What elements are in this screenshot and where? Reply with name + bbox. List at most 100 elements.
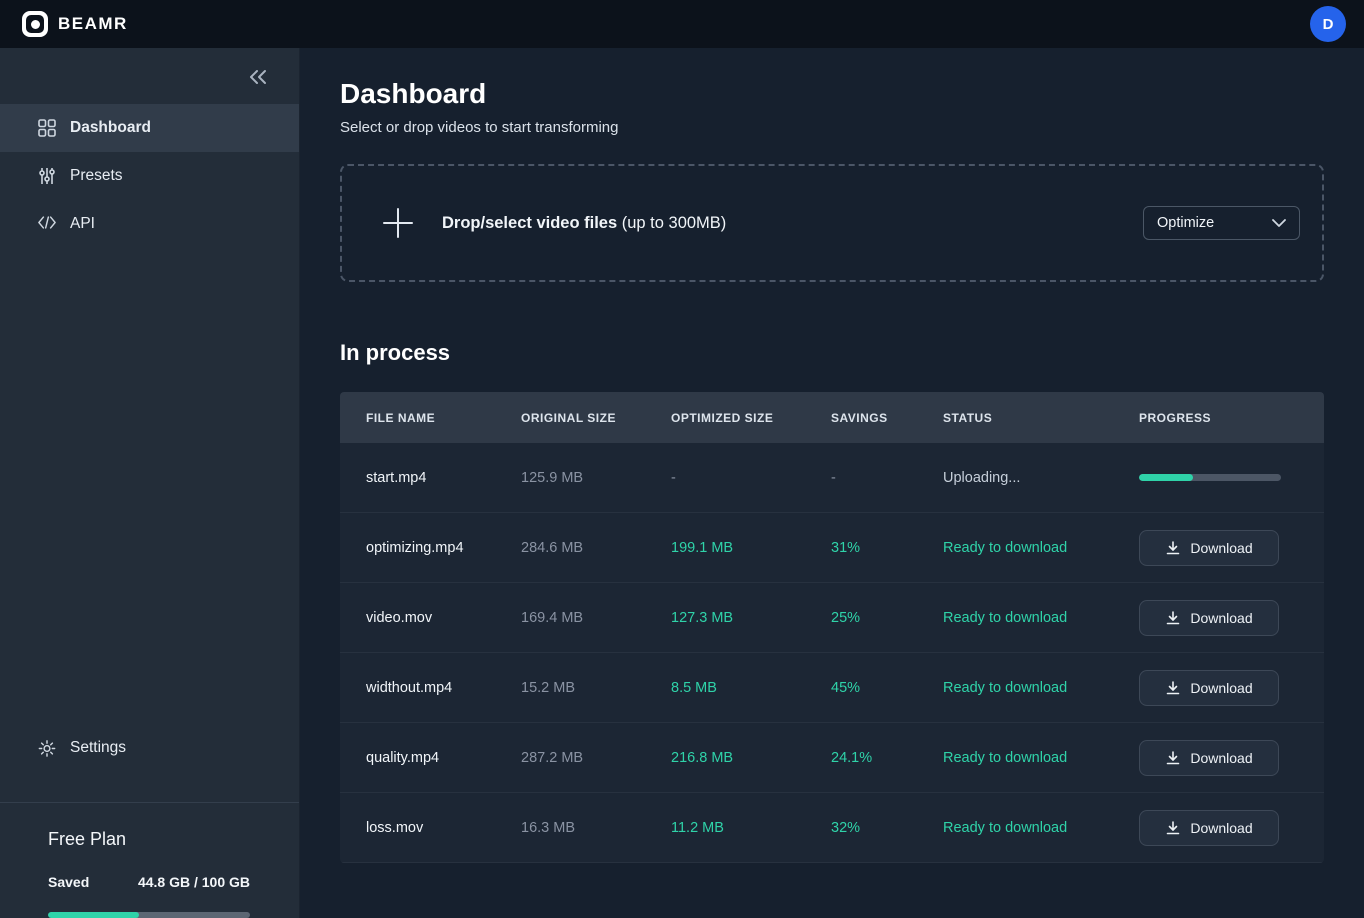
progress-cell: Download — [1139, 670, 1298, 706]
table-row: start.mp4 125.9 MB - - Uploading... — [340, 443, 1324, 513]
savings-cell: 31% — [831, 540, 943, 556]
table-header: FILE NAME ORIGINAL SIZE OPTIMIZED SIZE S… — [340, 392, 1324, 443]
file-name-cell: optimizing.mp4 — [366, 540, 521, 556]
sidebar-nav: Dashboard Presets API — [0, 104, 299, 248]
plan-name: Free Plan — [48, 829, 251, 850]
download-label: Download — [1190, 540, 1252, 556]
upload-progress-bar — [1139, 474, 1281, 481]
optimized-size-cell: 216.8 MB — [671, 750, 831, 766]
dropzone[interactable]: Drop/select video files (up to 300MB) Op… — [340, 164, 1324, 282]
column-header-progress: PROGRESS — [1139, 411, 1298, 425]
page-title: Dashboard — [340, 78, 1324, 110]
download-icon — [1165, 680, 1181, 696]
sidebar-item-settings[interactable]: Settings — [0, 724, 299, 772]
sidebar-item-dashboard[interactable]: Dashboard — [0, 104, 299, 152]
savings-cell: 45% — [831, 680, 943, 696]
plan-progress-fill — [48, 912, 139, 918]
optimized-size-cell: - — [671, 470, 831, 486]
optimize-label: Optimize — [1157, 215, 1214, 231]
sidebar-item-label: Presets — [70, 167, 123, 185]
double-chevron-left-icon — [248, 69, 268, 85]
table-body: start.mp4 125.9 MB - - Uploading... opti… — [340, 443, 1324, 863]
plus-icon — [380, 205, 416, 241]
savings-cell: 32% — [831, 820, 943, 836]
progress-cell: Download — [1139, 600, 1298, 636]
table-row: quality.mp4 287.2 MB 216.8 MB 24.1% Read… — [340, 723, 1324, 793]
download-button[interactable]: Download — [1139, 810, 1279, 846]
in-process-title: In process — [340, 340, 1324, 366]
status-cell: Ready to download — [943, 680, 1139, 696]
table-row: loss.mov 16.3 MB 11.2 MB 32% Ready to do… — [340, 793, 1324, 863]
status-cell: Ready to download — [943, 610, 1139, 626]
download-button[interactable]: Download — [1139, 530, 1279, 566]
savings-cell: 25% — [831, 610, 943, 626]
grid-icon — [38, 119, 56, 137]
topbar: BEAMR D — [0, 0, 1364, 48]
optimized-size-cell: 8.5 MB — [671, 680, 831, 696]
download-button[interactable]: Download — [1139, 600, 1279, 636]
download-label: Download — [1190, 610, 1252, 626]
in-process-table: FILE NAME ORIGINAL SIZE OPTIMIZED SIZE S… — [340, 392, 1324, 863]
file-name-cell: widthout.mp4 — [366, 680, 521, 696]
gear-icon — [38, 739, 56, 757]
original-size-cell: 169.4 MB — [521, 610, 671, 626]
download-icon — [1165, 750, 1181, 766]
original-size-cell: 284.6 MB — [521, 540, 671, 556]
table-row: widthout.mp4 15.2 MB 8.5 MB 45% Ready to… — [340, 653, 1324, 723]
download-icon — [1165, 820, 1181, 836]
sidebar-item-label: Settings — [70, 739, 126, 757]
original-size-cell: 16.3 MB — [521, 820, 671, 836]
status-cell: Ready to download — [943, 820, 1139, 836]
original-size-cell: 125.9 MB — [521, 470, 671, 486]
savings-cell: 24.1% — [831, 750, 943, 766]
plan-progress-bar — [48, 912, 250, 918]
plan-saved-label: Saved — [48, 874, 89, 890]
plan-saved: Saved 44.8 GB / 100 GB — [48, 874, 250, 890]
progress-cell: Download — [1139, 740, 1298, 776]
column-header-original-size: ORIGINAL SIZE — [521, 411, 671, 425]
chevron-down-icon — [1272, 219, 1286, 227]
sidebar-item-api[interactable]: API — [0, 200, 299, 248]
table-row: optimizing.mp4 284.6 MB 199.1 MB 31% Rea… — [340, 513, 1324, 583]
upload-progress-fill — [1139, 474, 1193, 481]
optimized-size-cell: 127.3 MB — [671, 610, 831, 626]
dropzone-label: Drop/select video files (up to 300MB) — [442, 214, 726, 233]
sidebar: Dashboard Presets API — [0, 48, 300, 918]
file-name-cell: loss.mov — [366, 820, 521, 836]
download-label: Download — [1190, 750, 1252, 766]
brand: BEAMR — [22, 11, 128, 37]
sliders-icon — [38, 167, 56, 185]
sidebar-collapse-button[interactable] — [243, 64, 273, 90]
download-button[interactable]: Download — [1139, 740, 1279, 776]
progress-cell: Download — [1139, 810, 1298, 846]
main-content: Dashboard Select or drop videos to start… — [300, 48, 1364, 918]
sidebar-item-label: API — [70, 215, 95, 233]
file-name-cell: start.mp4 — [366, 470, 521, 486]
download-label: Download — [1190, 680, 1252, 696]
page-subtitle: Select or drop videos to start transform… — [340, 119, 1324, 136]
optimized-size-cell: 11.2 MB — [671, 820, 831, 836]
savings-cell: - — [831, 470, 943, 486]
status-cell: Ready to download — [943, 540, 1139, 556]
progress-cell: Download — [1139, 530, 1298, 566]
optimized-size-cell: 199.1 MB — [671, 540, 831, 556]
status-cell: Ready to download — [943, 750, 1139, 766]
status-cell: Uploading... — [943, 470, 1139, 486]
download-icon — [1165, 610, 1181, 626]
original-size-cell: 287.2 MB — [521, 750, 671, 766]
sidebar-item-presets[interactable]: Presets — [0, 152, 299, 200]
beamr-logo-icon — [22, 11, 48, 37]
brand-name: BEAMR — [58, 14, 128, 34]
download-button[interactable]: Download — [1139, 670, 1279, 706]
optimize-dropdown[interactable]: Optimize — [1143, 206, 1300, 240]
column-header-status: STATUS — [943, 411, 1139, 425]
download-icon — [1165, 540, 1181, 556]
download-label: Download — [1190, 820, 1252, 836]
column-header-file-name: FILE NAME — [366, 411, 521, 425]
user-avatar[interactable]: D — [1310, 6, 1346, 42]
column-header-optimized-size: OPTIMIZED SIZE — [671, 411, 831, 425]
sidebar-item-label: Dashboard — [70, 119, 151, 137]
file-name-cell: video.mov — [366, 610, 521, 626]
code-icon — [38, 215, 56, 233]
file-name-cell: quality.mp4 — [366, 750, 521, 766]
